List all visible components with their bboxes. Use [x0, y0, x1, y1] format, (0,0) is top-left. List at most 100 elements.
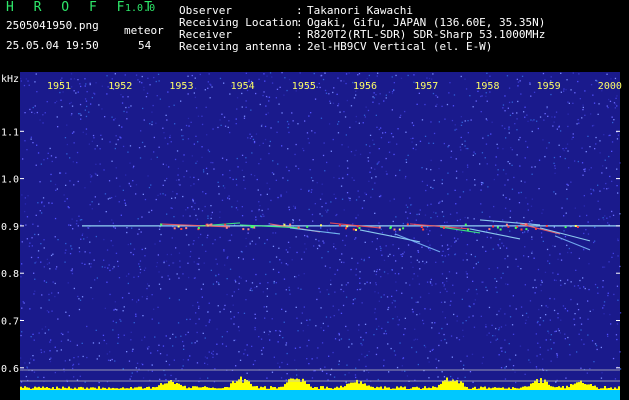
activity-bar-column — [186, 388, 188, 390]
noise-pixel — [222, 174, 224, 176]
activity-bar-column — [312, 388, 314, 390]
noise-pixel — [111, 78, 113, 80]
noise-pixel — [602, 280, 604, 282]
noise-pixel — [551, 116, 553, 118]
noise-pixel — [529, 300, 532, 302]
noise-pixel — [268, 100, 270, 102]
noise-pixel — [509, 305, 511, 307]
noise-pixel — [38, 332, 40, 334]
noise-pixel — [567, 125, 569, 128]
noise-pixel — [376, 238, 378, 240]
noise-pixel — [119, 136, 121, 138]
noise-pixel — [447, 172, 449, 174]
noise-pixel — [237, 166, 239, 168]
noise-pixel — [416, 103, 418, 105]
noise-pixel — [197, 236, 200, 239]
noise-pixel — [467, 120, 469, 122]
noise-pixel — [285, 263, 287, 265]
noise-pixel — [196, 218, 198, 220]
noise-pixel — [89, 174, 92, 176]
noise-pixel — [113, 119, 115, 121]
noise-pixel — [94, 196, 96, 198]
noise-pixel — [345, 73, 348, 75]
noise-pixel — [205, 250, 207, 252]
noise-pixel — [112, 329, 114, 331]
meteor-echo — [320, 224, 322, 227]
noise-pixel — [91, 97, 93, 99]
noise-pixel — [454, 124, 456, 126]
noise-pixel — [128, 106, 130, 109]
activity-bar-column — [136, 387, 138, 390]
noise-pixel — [516, 118, 518, 120]
noise-pixel — [329, 100, 331, 102]
noise-pixel — [130, 251, 132, 254]
noise-pixel — [136, 362, 139, 364]
noise-pixel — [237, 312, 239, 314]
noise-pixel — [361, 353, 363, 355]
noise-pixel — [614, 77, 617, 80]
noise-pixel — [173, 359, 175, 361]
noise-pixel — [532, 120, 534, 122]
noise-pixel — [516, 78, 518, 80]
noise-pixel — [597, 113, 599, 115]
noise-pixel — [251, 210, 253, 212]
activity-bar-column — [316, 387, 318, 390]
noise-pixel — [73, 376, 75, 378]
noise-pixel — [241, 92, 243, 95]
noise-pixel — [394, 354, 397, 356]
activity-bar-column — [470, 388, 472, 390]
noise-pixel — [42, 197, 45, 199]
noise-pixel — [133, 248, 136, 250]
noise-pixel — [614, 378, 617, 380]
noise-pixel — [21, 263, 23, 265]
noise-pixel — [373, 334, 375, 336]
noise-pixel — [485, 250, 487, 252]
noise-pixel — [536, 368, 538, 370]
activity-bar-column — [606, 388, 608, 390]
noise-pixel — [295, 236, 297, 238]
noise-pixel — [429, 350, 431, 353]
noise-pixel — [355, 121, 357, 123]
activity-bar-column — [576, 382, 578, 390]
noise-pixel — [265, 113, 267, 116]
activity-bar-column — [118, 388, 120, 390]
noise-pixel — [223, 82, 225, 84]
noise-pixel — [233, 291, 235, 293]
noise-pixel — [502, 148, 504, 150]
noise-pixel — [90, 103, 92, 105]
noise-pixel — [466, 244, 469, 246]
noise-pixel — [182, 195, 184, 198]
noise-pixel — [245, 106, 247, 108]
noise-pixel — [468, 288, 470, 291]
noise-pixel — [128, 360, 131, 362]
noise-pixel — [241, 251, 243, 253]
noise-pixel — [410, 204, 412, 206]
noise-pixel — [72, 364, 74, 367]
noise-pixel — [565, 212, 567, 214]
noise-pixel — [275, 330, 277, 332]
noise-pixel — [335, 197, 337, 200]
noise-pixel — [227, 126, 229, 128]
noise-pixel — [438, 167, 440, 170]
noise-pixel — [424, 214, 427, 216]
noise-pixel — [375, 94, 377, 96]
noise-pixel — [277, 121, 279, 123]
noise-pixel — [139, 272, 141, 274]
noise-pixel — [488, 306, 491, 309]
noise-pixel — [542, 209, 544, 211]
noise-pixel — [340, 338, 343, 340]
noise-pixel — [57, 318, 59, 320]
noise-pixel — [162, 163, 164, 165]
noise-pixel — [216, 353, 218, 355]
noise-pixel — [21, 241, 23, 243]
noise-pixel — [48, 299, 50, 301]
noise-pixel — [602, 286, 604, 288]
noise-pixel — [345, 82, 347, 85]
activity-bar-column — [172, 382, 174, 390]
noise-pixel — [296, 317, 298, 319]
noise-pixel — [455, 203, 457, 205]
noise-pixel — [178, 179, 180, 181]
noise-pixel — [190, 121, 192, 123]
noise-pixel — [332, 91, 334, 94]
noise-pixel — [158, 283, 161, 285]
